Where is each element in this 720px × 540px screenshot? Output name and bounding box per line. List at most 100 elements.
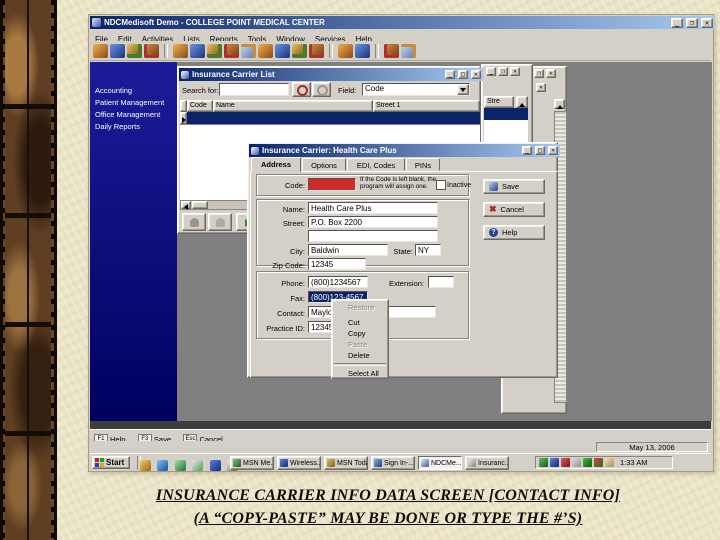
quick-launch-icon[interactable]: [209, 460, 221, 472]
close-button[interactable]: ✕: [546, 69, 556, 78]
dialog-titlebar[interactable]: Insurance Carrier: Health Care Plus _ □ …: [249, 144, 560, 157]
restore-button[interactable]: ❐: [498, 67, 508, 76]
help-button[interactable]: ? Help: [483, 225, 545, 240]
toolbar-icon[interactable]: [93, 43, 108, 58]
name-field[interactable]: [308, 202, 438, 214]
start-button[interactable]: Start: [92, 456, 130, 469]
scroll-up-icon[interactable]: [554, 99, 565, 109]
tray-icon[interactable]: [583, 458, 592, 467]
restore-button[interactable]: ❐: [686, 17, 698, 28]
tab-address[interactable]: Address: [251, 157, 301, 172]
toolbar-icon[interactable]: [207, 43, 222, 58]
list-toolbar-button[interactable]: [182, 213, 206, 231]
tray-icon[interactable]: [550, 458, 559, 467]
tab-options[interactable]: Options: [302, 158, 346, 171]
toolbar-icon[interactable]: [173, 43, 188, 58]
search-button[interactable]: [292, 82, 311, 97]
tray-icon[interactable]: [572, 458, 581, 467]
street2-field[interactable]: [308, 230, 438, 242]
cancel-button[interactable]: ✖ Cancel: [483, 202, 545, 217]
toolbar-icon[interactable]: [275, 43, 290, 58]
minimize-button[interactable]: _: [671, 17, 683, 28]
toolbar-icon[interactable]: [190, 43, 205, 58]
toolbar-icon[interactable]: [258, 43, 273, 58]
toolbar-icon[interactable]: [309, 43, 324, 58]
toolbar-icon[interactable]: [110, 43, 125, 58]
column-header-code[interactable]: Code: [187, 100, 213, 112]
context-menu-item-delete[interactable]: Delete: [332, 350, 388, 361]
toolbar-icon[interactable]: [401, 43, 416, 58]
column-header-name[interactable]: Name: [213, 100, 373, 112]
toolbar-icon[interactable]: [355, 43, 370, 58]
taskbar-task-msn-messenger[interactable]: MSN Me...: [230, 456, 274, 470]
street-field[interactable]: [308, 216, 438, 228]
toolbar-icon[interactable]: [127, 43, 142, 58]
quick-launch-icon[interactable]: [140, 460, 151, 472]
scroll-left-icon[interactable]: [181, 201, 191, 210]
toolbar-icon[interactable]: [144, 43, 159, 58]
city-field[interactable]: [308, 244, 388, 256]
minimize-button[interactable]: _: [522, 146, 532, 155]
tray-icon[interactable]: [605, 458, 614, 467]
column-header-street1[interactable]: Street 1: [373, 100, 480, 112]
tray-icon[interactable]: [594, 458, 603, 467]
taskbar-task-ndcmedisoft-active[interactable]: NDCMe...: [418, 456, 462, 470]
inactive-label: Inactive: [447, 182, 472, 189]
close-button[interactable]: ✕: [510, 67, 520, 76]
scroll-up-icon[interactable]: [516, 96, 528, 108]
tray-icon[interactable]: [539, 458, 548, 467]
quick-launch-icon[interactable]: [157, 460, 169, 472]
quick-launch-icon[interactable]: [192, 460, 204, 472]
state-field[interactable]: [415, 244, 441, 256]
clear-search-button[interactable]: [312, 82, 331, 97]
app-titlebar[interactable]: NDCMedisoft Demo - COLLEGE POINT MEDICAL…: [90, 16, 715, 29]
close-button[interactable]: ✕: [701, 17, 713, 28]
maximize-button[interactable]: □: [535, 146, 545, 155]
close-button[interactable]: ✕: [536, 83, 546, 92]
decorative-left-border: [0, 0, 57, 540]
save-button[interactable]: Save: [483, 179, 545, 194]
minimize-button[interactable]: _: [486, 67, 496, 76]
quick-launch-icon[interactable]: [174, 460, 186, 472]
tray-icon[interactable]: [561, 458, 570, 467]
sidebar-item-daily-reports[interactable]: Daily Reports: [95, 122, 140, 131]
selected-grid-row[interactable]: [187, 112, 480, 124]
toolbar-icon[interactable]: [338, 43, 353, 58]
sidebar-item-accounting[interactable]: Accounting: [95, 86, 132, 95]
context-menu-item-copy[interactable]: Copy: [332, 328, 388, 339]
combobox-dropdown-button[interactable]: [457, 84, 469, 95]
close-button[interactable]: ✕: [471, 70, 481, 79]
restore-button[interactable]: ❐: [534, 69, 544, 78]
taskbar-task-msn-today[interactable]: MSN Today: [324, 456, 368, 470]
phone-field[interactable]: [308, 276, 368, 288]
toolbar-icon[interactable]: [292, 43, 307, 58]
toolbar-icon[interactable]: [241, 43, 256, 58]
context-menu-item-select-all[interactable]: Select All: [332, 368, 388, 379]
list-window-titlebar[interactable]: Insurance Carrier List _ □ ✕: [179, 68, 483, 81]
context-menu-item-cut[interactable]: Cut: [332, 317, 388, 328]
inactive-checkbox[interactable]: [436, 180, 446, 190]
taskbar-task-insurance[interactable]: Insuranc...: [465, 456, 509, 470]
field-combobox[interactable]: Code: [362, 83, 470, 96]
maximize-button[interactable]: □: [458, 70, 468, 79]
search-input[interactable]: [219, 83, 289, 96]
zip-field[interactable]: [308, 258, 366, 270]
code-field[interactable]: [308, 178, 356, 191]
taskbar-task-wireless[interactable]: Wireless...: [277, 456, 321, 470]
tab-edi-codes[interactable]: EDI, Codes: [347, 158, 405, 171]
scrollbar-thumb[interactable]: [192, 201, 208, 209]
sidebar-item-patient-management[interactable]: Patient Management: [95, 98, 164, 107]
red-x-icon: ✖: [489, 204, 497, 214]
toolbar-icon[interactable]: [224, 43, 239, 58]
toolbar-icon[interactable]: [384, 43, 399, 58]
minimize-button[interactable]: _: [445, 70, 455, 79]
taskbar-clock[interactable]: 1:33 AM: [620, 458, 648, 467]
extension-field[interactable]: [428, 276, 454, 288]
column-header-stre[interactable]: Stre: [484, 96, 514, 108]
close-button[interactable]: ✕: [548, 146, 558, 155]
taskbar-task-sign-in[interactable]: Sign In-...: [371, 456, 415, 470]
tab-pins[interactable]: PINs: [406, 158, 440, 171]
list-toolbar-button[interactable]: [208, 213, 232, 231]
sidebar-item-office-management[interactable]: Office Management: [95, 110, 160, 119]
toolbar-separator: [164, 43, 168, 58]
